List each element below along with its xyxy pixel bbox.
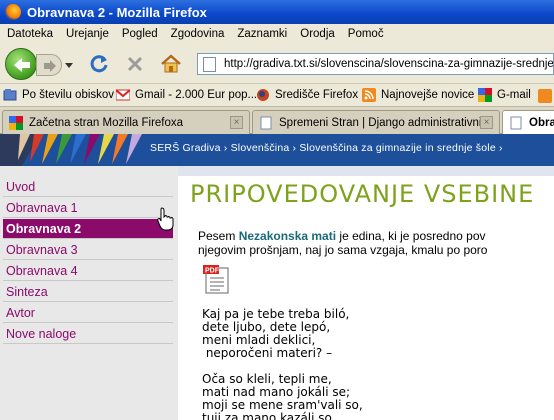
poem-title-link[interactable]: Nezakonska mati (239, 229, 336, 243)
menu-view[interactable]: Pogled (122, 28, 158, 40)
pdf-icon[interactable]: PDF (202, 264, 232, 294)
home-icon[interactable] (160, 53, 182, 75)
hand-cursor-icon (157, 207, 174, 231)
close-tab-icon[interactable]: × (480, 116, 493, 129)
navigation-toolbar: http://gradiva.txt.si/slovenscina/sloven… (0, 44, 554, 84)
page-icon (260, 116, 272, 129)
sidebar-item-obravnava-2[interactable]: Obravnava 2 (3, 219, 173, 239)
address-bar[interactable]: http://gradiva.txt.si/slovenscina/sloven… (197, 53, 554, 75)
reload-icon[interactable] (88, 53, 110, 75)
poem-text: Kaj pa je tebe treba biló, dete ljubo, d… (202, 307, 363, 420)
sidebar-item-avtor[interactable]: Avtor (3, 303, 173, 323)
firefox-icon (257, 89, 269, 101)
page-icon (510, 116, 522, 130)
close-tab-icon[interactable]: × (230, 116, 243, 129)
bookmark-gmail[interactable]: Gmail - 2.000 Eur pop... (116, 88, 257, 102)
sidebar-item-uvod[interactable]: Uvod (3, 177, 173, 197)
page-icon (203, 57, 216, 72)
rss-icon[interactable] (538, 89, 552, 103)
sidebar: Uvod Obravnava 1 Obravnava 2 Obravnava 3… (0, 166, 178, 420)
menu-tools[interactable]: Orodja (300, 28, 335, 40)
sidebar-item-obravnava-1[interactable]: Obravnava 1 (3, 198, 173, 218)
back-button[interactable] (5, 48, 37, 80)
bookmark-latest-news[interactable]: Najnovejše novice (362, 88, 474, 102)
svg-text:PDF: PDF (205, 268, 220, 275)
tab-django-admin[interactable]: Spremeni Stran | Django administrativni.… (252, 110, 500, 134)
bookmark-firefox-central[interactable]: Središče Firefox (256, 88, 358, 102)
sidebar-top-strip (0, 166, 178, 176)
menu-edit[interactable]: Urejanje (66, 28, 109, 40)
google-icon (9, 115, 23, 130)
back-arrow-icon (14, 58, 30, 72)
menu-help[interactable]: Pomoč (348, 28, 384, 40)
sidebar-item-obravnava-3[interactable]: Obravnava 3 (3, 240, 173, 260)
tab-bar: Začetna stran Mozilla Firefoxa × Spremen… (0, 107, 554, 135)
bookmarks-toolbar: Po številu obiskov Gmail - 2.000 Eur pop… (0, 84, 554, 107)
window-titlebar: Obravnava 2 - Mozilla Firefox (0, 0, 554, 24)
page-title: PRIPOVEDOVANJE VSEBINE (190, 180, 535, 208)
content-top-strip (178, 166, 554, 176)
colored-pencils-image (0, 134, 148, 166)
menu-bar: Datoteka Urejanje Pogled Zgodovina Zazna… (0, 24, 554, 44)
tab-obravnava[interactable]: Obra (502, 110, 554, 135)
firefox-icon (5, 4, 21, 20)
sidebar-item-sinteza[interactable]: Sinteza (3, 282, 173, 302)
gmail-icon (116, 89, 130, 101)
forward-button[interactable] (36, 54, 62, 76)
window-title: Obravnava 2 - Mozilla Firefox (27, 4, 207, 20)
address-url: http://gradiva.txt.si/slovenscina/sloven… (224, 58, 554, 70)
main-content: PRIPOVEDOVANJE VSEBINE Pesem Nezakonska … (178, 166, 554, 420)
menu-file[interactable]: Datoteka (7, 28, 53, 40)
rss-icon (362, 88, 376, 102)
menu-history[interactable]: Zgodovina (171, 28, 225, 40)
forward-arrow-icon (44, 60, 56, 72)
bookmark-folder-icon (3, 89, 17, 101)
sidebar-item-nove-naloge[interactable]: Nove naloge (3, 324, 173, 344)
menu-bookmarks[interactable]: Zaznamki (237, 28, 287, 40)
bookmark-most-visited[interactable]: Po številu obiskov (3, 88, 114, 102)
site-banner: SERŠ Gradiva › Slovenščina › Slovenščina… (0, 134, 554, 166)
sidebar-item-obravnava-4[interactable]: Obravnava 4 (3, 261, 173, 281)
google-icon (478, 88, 492, 102)
intro-paragraph: Pesem Nezakonska mati je edina, ki je po… (198, 229, 488, 257)
history-dropdown-icon[interactable] (64, 60, 74, 70)
bookmark-g-mail[interactable]: G-mail (478, 88, 531, 102)
tab-firefox-start[interactable]: Začetna stran Mozilla Firefoxa × (2, 110, 250, 134)
breadcrumb[interactable]: SERŠ Gradiva › Slovenščina › Slovenščina… (150, 142, 503, 154)
stop-icon[interactable] (124, 53, 146, 75)
